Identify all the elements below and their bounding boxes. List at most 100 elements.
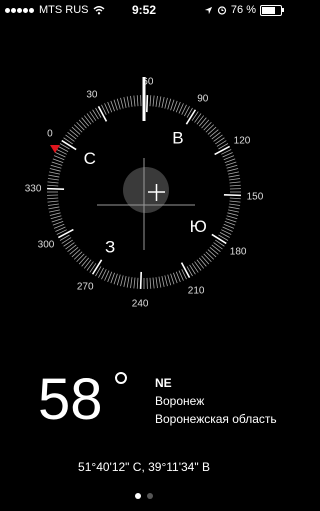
compass-tick bbox=[130, 95, 133, 107]
compass-tick bbox=[225, 161, 237, 166]
compass-tick bbox=[53, 155, 65, 161]
compass-tick bbox=[226, 215, 238, 220]
compass-tick bbox=[49, 212, 61, 216]
compass-tick bbox=[81, 117, 90, 127]
compass-tick bbox=[198, 257, 207, 267]
compass-tick bbox=[164, 97, 168, 109]
coordinates-label: 51°40'12" С, 39°11'34" В bbox=[78, 460, 210, 474]
compass-tick bbox=[73, 124, 83, 133]
compass-tick bbox=[71, 249, 81, 258]
compass-tick bbox=[133, 277, 136, 289]
heading-indicator bbox=[142, 77, 146, 121]
compass-tick bbox=[52, 158, 64, 163]
compass-tick bbox=[78, 119, 87, 129]
compass-tick bbox=[227, 168, 239, 172]
compass-tick bbox=[213, 242, 223, 250]
compass-tick bbox=[214, 145, 231, 156]
compass-tick bbox=[158, 276, 162, 288]
compass-tick bbox=[203, 121, 212, 131]
compass-tick bbox=[158, 96, 162, 108]
city-label: Воронеж bbox=[155, 394, 205, 408]
degree-label: 150 bbox=[247, 191, 264, 202]
compass-tick bbox=[161, 276, 165, 287]
compass-tick bbox=[49, 209, 60, 213]
cardinal-label: С bbox=[84, 149, 96, 168]
compass-tick bbox=[223, 193, 241, 197]
compass-tick bbox=[78, 255, 87, 265]
alarm-icon bbox=[217, 6, 227, 15]
compass-tick bbox=[123, 97, 127, 108]
compass-tick bbox=[175, 271, 181, 283]
compass-tick bbox=[73, 251, 83, 260]
compass-tick bbox=[65, 242, 75, 250]
compass-tick bbox=[164, 275, 168, 287]
compass-tick bbox=[110, 100, 115, 112]
degree-label: 120 bbox=[234, 135, 251, 146]
compass-tick bbox=[50, 215, 62, 220]
page-indicator[interactable] bbox=[0, 486, 288, 504]
compass-tick bbox=[47, 178, 59, 181]
compass-tick bbox=[229, 181, 241, 184]
compass-tick bbox=[51, 218, 63, 223]
compass-tick bbox=[225, 218, 237, 223]
compass-tick bbox=[53, 223, 65, 229]
compass-tick bbox=[228, 206, 240, 210]
page-dot[interactable] bbox=[135, 493, 141, 499]
location-arrow-icon bbox=[204, 6, 213, 14]
compass-tick bbox=[86, 113, 94, 123]
degree-label: 270 bbox=[77, 282, 94, 293]
compass-tick bbox=[47, 181, 59, 184]
degree-label: 180 bbox=[230, 246, 247, 257]
compass-tick bbox=[228, 174, 240, 178]
compass-tick bbox=[126, 276, 130, 288]
compass-tick bbox=[226, 164, 238, 169]
compass-tick bbox=[120, 275, 124, 287]
page-dot[interactable] bbox=[147, 493, 153, 499]
compass-tick bbox=[229, 178, 241, 181]
compass-tick bbox=[139, 271, 143, 289]
compass-tick bbox=[51, 161, 63, 166]
compass-tick bbox=[69, 129, 79, 138]
compass-tick bbox=[224, 158, 236, 163]
compass-tick bbox=[86, 261, 94, 271]
compass-tick bbox=[113, 99, 118, 111]
compass-dial[interactable]: 0306090120150180210240270300330 СВЮЗ bbox=[0, 60, 288, 360]
compass-tick bbox=[107, 101, 113, 113]
compass-tick bbox=[209, 246, 219, 255]
location-info: NE Воронеж Воронежская область bbox=[155, 374, 277, 428]
compass-tick bbox=[207, 249, 217, 258]
compass-tick bbox=[228, 209, 239, 213]
compass-tick bbox=[229, 197, 241, 200]
compass-tick bbox=[133, 95, 136, 107]
degree-label: 210 bbox=[188, 286, 205, 297]
cardinal-label: Ю bbox=[190, 217, 207, 236]
degree-label: 90 bbox=[197, 93, 209, 104]
compass-tick bbox=[201, 255, 210, 265]
compass-tick bbox=[161, 97, 165, 108]
compass-tick bbox=[107, 271, 113, 283]
compass-tick bbox=[67, 131, 77, 140]
compass-tick bbox=[229, 203, 241, 206]
compass-tick bbox=[152, 277, 155, 289]
degree-label: 330 bbox=[25, 184, 42, 195]
compass-tick bbox=[65, 134, 75, 142]
compass-tick bbox=[175, 101, 181, 113]
compass-tick bbox=[116, 274, 121, 286]
compass-tick bbox=[196, 259, 205, 269]
compass-tick bbox=[48, 174, 60, 178]
compass-tick bbox=[203, 253, 212, 263]
compass-tick bbox=[47, 187, 65, 191]
heading-value: 58 bbox=[38, 367, 103, 432]
compass-tick bbox=[170, 273, 175, 285]
compass-tick bbox=[48, 206, 60, 210]
compass-tick bbox=[57, 228, 74, 239]
compass-tick bbox=[110, 272, 115, 284]
compass-tick bbox=[180, 262, 191, 279]
region-label: Воронежская область bbox=[155, 412, 277, 426]
compass-tick bbox=[194, 113, 202, 123]
compass-tick bbox=[205, 124, 215, 133]
compass-tick bbox=[196, 115, 205, 125]
compass-tick bbox=[50, 164, 62, 169]
degree-label: 300 bbox=[38, 240, 55, 251]
compass-tick bbox=[49, 171, 60, 175]
